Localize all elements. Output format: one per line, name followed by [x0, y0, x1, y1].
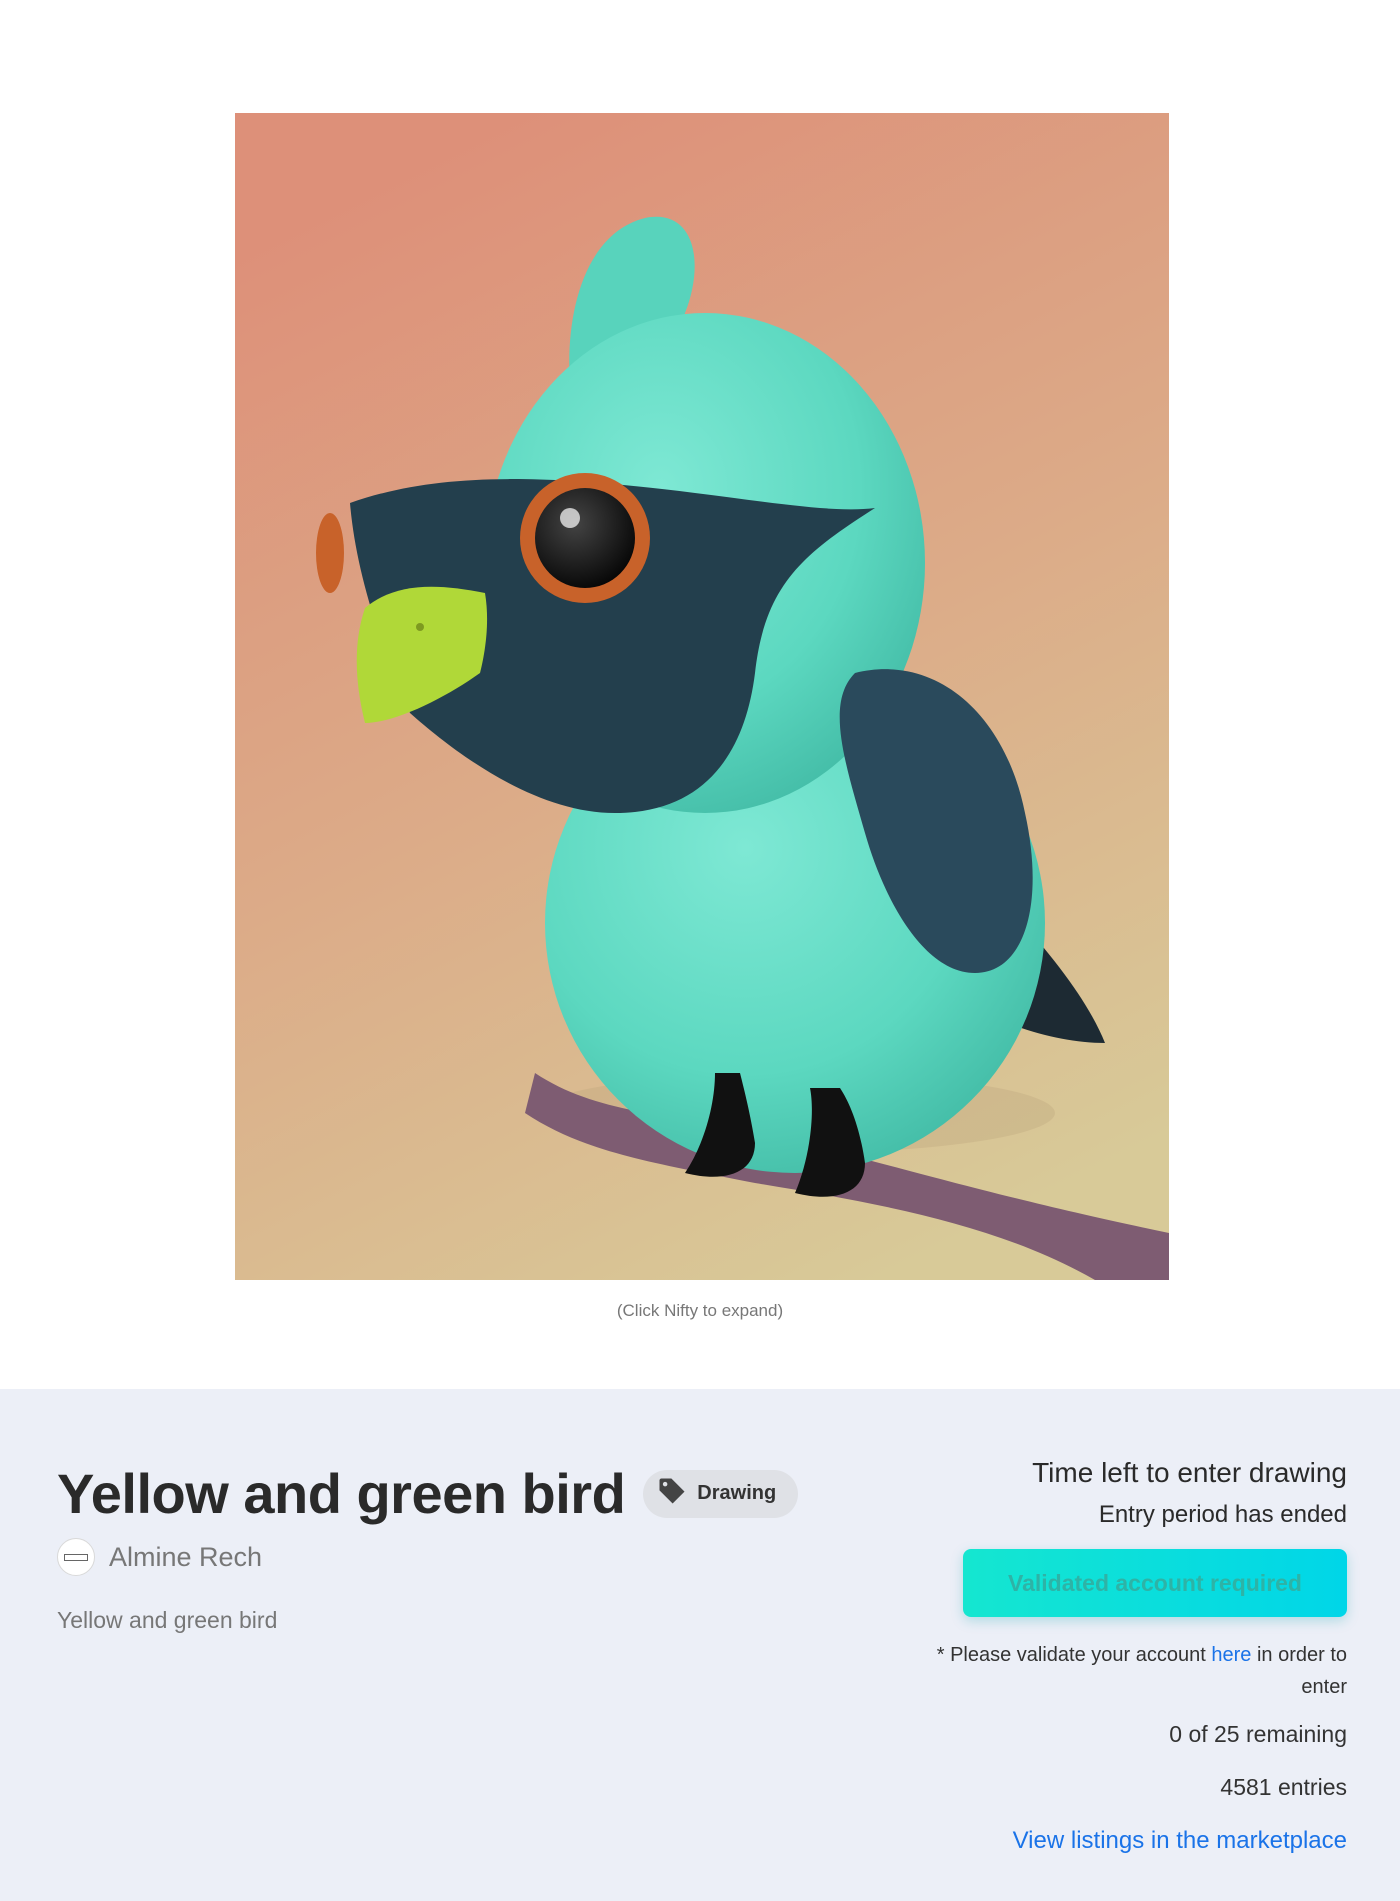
artwork-section: (Click Nifty to expand) — [0, 0, 1400, 1389]
artist-logo-mark — [64, 1553, 88, 1561]
drop-title: Yellow and green bird — [57, 1462, 626, 1525]
validate-here-link[interactable]: here — [1211, 1644, 1251, 1666]
remaining-count: 0 of 25 remaining — [1169, 1721, 1347, 1747]
tag-icon — [657, 1476, 687, 1511]
title-row: Yellow and green bird Drawing — [57, 1461, 799, 1526]
drawing-tag: Drawing — [643, 1469, 799, 1518]
validation-note: * Please validate your account here in o… — [927, 1639, 1347, 1703]
marketplace-link[interactable]: View listings in the marketplace — [927, 1827, 1347, 1855]
artist-logo — [57, 1538, 95, 1576]
artist-name[interactable]: Almine Rech — [109, 1542, 262, 1573]
artist-row[interactable]: Almine Rech — [57, 1538, 798, 1576]
note-suffix: in order to enter — [1251, 1644, 1347, 1698]
note-prefix: * Please validate your account — [936, 1644, 1212, 1666]
expand-hint: (Click Nifty to expand) — [616, 1301, 784, 1320]
validated-account-button[interactable]: Validated account required — [963, 1549, 1347, 1617]
drop-description: Yellow and green bird — [57, 1607, 278, 1633]
entry-panel: Time left to enter drawing Entry period … — [927, 1457, 1347, 1855]
nifty-artwork[interactable] — [235, 113, 1169, 1280]
entries-count: 4581 entries — [1220, 1774, 1347, 1800]
drop-details-panel: Yellow and green bird Drawing Almine Rec… — [0, 1389, 1400, 1901]
entry-status: Entry period has ended — [1098, 1501, 1347, 1528]
bird-illustration[interactable] — [235, 113, 1169, 1280]
drop-info: Yellow and green bird Drawing Almine Rec… — [57, 1461, 799, 1634]
tag-label: Drawing — [697, 1482, 777, 1504]
time-left-label: Time left to enter drawing — [1032, 1457, 1347, 1488]
